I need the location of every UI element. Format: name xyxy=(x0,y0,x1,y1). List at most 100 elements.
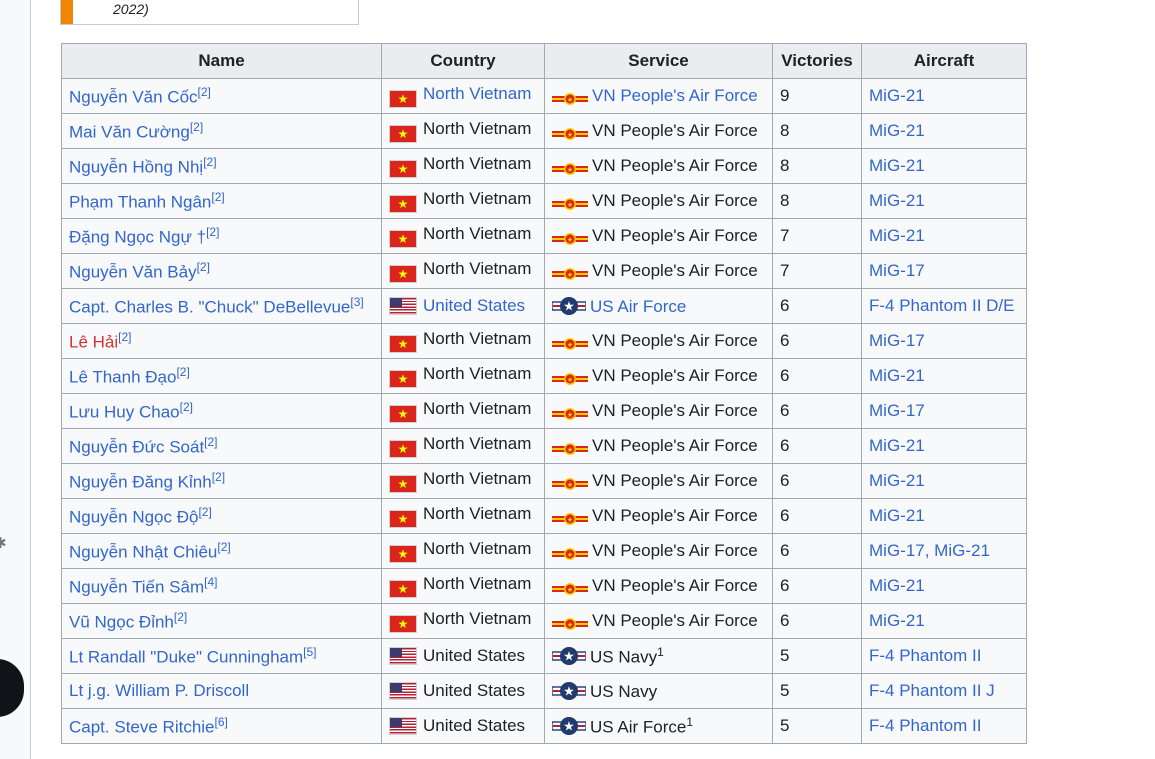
aircraft-link[interactable]: MiG-21 xyxy=(869,436,925,455)
pilot-name-link[interactable]: Nguyễn Ngọc Độ xyxy=(69,507,198,526)
reference-link[interactable]: [2] xyxy=(174,610,187,624)
pilot-name-link[interactable]: Lt Randall "Duke" Cunningham xyxy=(69,647,303,666)
pilot-name-link[interactable]: Lt j.g. William P. Driscoll xyxy=(69,681,249,700)
victories-cell: 7 xyxy=(772,218,862,254)
header-service[interactable]: Service xyxy=(544,43,773,79)
service-cell: ★ VN People's Air Force xyxy=(544,218,773,254)
usaf-roundel-icon: ★ xyxy=(552,682,586,700)
pilot-name-link[interactable]: Lê Thanh Đạo xyxy=(69,367,176,386)
reference-link[interactable]: [5] xyxy=(303,645,316,659)
us-flag-icon xyxy=(389,297,417,315)
aircraft-link[interactable]: MiG-21 xyxy=(869,471,925,490)
service-name: VN People's Air Force xyxy=(592,261,758,280)
service-cell: ★ VN People's Air Force xyxy=(544,428,773,464)
pilot-name-link[interactable]: Capt. Steve Ritchie xyxy=(69,717,215,736)
aircraft-link[interactable]: MiG-21 xyxy=(869,156,925,175)
reference-link[interactable]: [2] xyxy=(211,190,224,204)
country-cell: ★ North Vietnam xyxy=(381,148,545,184)
service-name: VN People's Air Force xyxy=(592,611,758,630)
pilot-name-link[interactable]: Đặng Ngọc Ngự † xyxy=(69,227,206,246)
reference-link[interactable]: [2] xyxy=(203,155,216,169)
reference-link[interactable]: [2] xyxy=(118,330,131,344)
pilot-name-link[interactable]: Lê Hải xyxy=(69,332,118,351)
country-cell: ★ North Vietnam xyxy=(381,183,545,219)
reference-link[interactable]: [2] xyxy=(190,120,203,134)
service-footnote[interactable]: 1 xyxy=(686,715,693,729)
pilot-name-link[interactable]: Nguyễn Văn Bảy xyxy=(69,262,197,281)
victories-cell: 5 xyxy=(772,638,862,674)
country-name: North Vietnam xyxy=(423,574,532,593)
reference-link[interactable]: [2] xyxy=(212,470,225,484)
pilot-name-link[interactable]: Nguyễn Nhật Chiêu xyxy=(69,542,217,561)
pilot-name-link[interactable]: Nguyễn Tiến Sâm xyxy=(69,577,204,596)
reference-link[interactable]: [2] xyxy=(206,225,219,239)
aircraft-link[interactable]: F-4 Phantom II xyxy=(869,646,981,665)
victories-count: 7 xyxy=(780,226,790,245)
header-country[interactable]: Country xyxy=(381,43,545,79)
pilot-name-link[interactable]: Nguyễn Văn Cốc xyxy=(69,87,198,106)
vpaf-roundel-icon: ★ xyxy=(552,408,588,420)
service-cell: ★ VN People's Air Force xyxy=(544,358,773,394)
service-footnote[interactable]: 1 xyxy=(657,645,664,659)
aircraft-link[interactable]: MiG-21 xyxy=(869,611,925,630)
name-cell: Mai Văn Cường[2] xyxy=(61,113,382,149)
table-row: Nguyễn Đức Soát[2] ★ North Vietnam ★ VN Peop… xyxy=(61,428,1027,464)
pilot-name-link[interactable]: Capt. Charles B. "Chuck" DeBellevue xyxy=(69,297,350,316)
reference-link[interactable]: [2] xyxy=(204,435,217,449)
aircraft-link[interactable]: MiG-21 xyxy=(869,366,925,385)
aircraft-link[interactable]: MiG-21 xyxy=(869,86,925,105)
reference-link[interactable]: [4] xyxy=(204,575,217,589)
reference-link[interactable]: [2] xyxy=(217,540,230,554)
service-name: VN People's Air Force xyxy=(592,366,758,385)
pilot-name-link[interactable]: Vũ Ngọc Đỉnh xyxy=(69,612,174,631)
victories-cell: 5 xyxy=(772,708,862,744)
service-name[interactable]: US Air Force xyxy=(590,297,686,316)
aircraft-link[interactable]: MiG-17, MiG-21 xyxy=(869,541,990,560)
aircraft-link[interactable]: MiG-17 xyxy=(869,401,925,420)
aircraft-link[interactable]: F-4 Phantom II D/E xyxy=(869,296,1015,315)
aircraft-cell: F-4 Phantom II J xyxy=(861,673,1027,709)
reference-link[interactable]: [2] xyxy=(176,365,189,379)
svg-text:★: ★ xyxy=(567,516,573,524)
pilot-name-link[interactable]: Mai Văn Cường xyxy=(69,122,190,141)
reference-link[interactable]: [2] xyxy=(198,505,211,519)
aircraft-link[interactable]: MiG-21 xyxy=(869,191,925,210)
svg-text:★: ★ xyxy=(567,621,573,629)
reference-link[interactable]: [2] xyxy=(180,400,193,414)
reference-link[interactable]: [3] xyxy=(350,295,363,309)
vietnam-flag-icon: ★ xyxy=(389,335,417,353)
svg-text:★: ★ xyxy=(567,376,573,384)
aircraft-link[interactable]: MiG-21 xyxy=(869,226,925,245)
pilot-name-link[interactable]: Nguyễn Đăng Kỉnh xyxy=(69,472,212,491)
country-name: United States xyxy=(423,646,526,665)
table-row: Nguyễn Hồng Nhị[2] ★ North Vietnam ★ VN Peop… xyxy=(61,148,1027,184)
aircraft-link[interactable]: MiG-17 xyxy=(869,331,925,350)
reference-link[interactable]: [2] xyxy=(198,85,211,99)
country-cell: ★ North Vietnam xyxy=(381,218,545,254)
vietnam-flag-icon: ★ xyxy=(389,370,417,388)
reference-link[interactable]: [6] xyxy=(215,715,228,729)
header-victories[interactable]: Victories xyxy=(772,43,862,79)
aircraft-cell: MiG-21 xyxy=(861,113,1027,149)
header-name[interactable]: Name xyxy=(61,43,382,79)
service-name[interactable]: VN People's Air Force xyxy=(592,86,758,105)
aircraft-link[interactable]: F-4 Phantom II J xyxy=(869,681,995,700)
aircraft-link[interactable]: F-4 Phantom II xyxy=(869,716,981,735)
country-name: North Vietnam xyxy=(423,434,532,453)
pilot-name-link[interactable]: Nguyễn Đức Soát xyxy=(69,437,204,456)
name-cell: Lê Hải[2] xyxy=(61,323,382,359)
aircraft-link[interactable]: MiG-21 xyxy=(869,576,925,595)
aircraft-link[interactable]: MiG-21 xyxy=(869,506,925,525)
country-name: North Vietnam xyxy=(423,539,532,558)
country-name[interactable]: United States xyxy=(423,296,525,315)
service-name: VN People's Air Force xyxy=(592,226,758,245)
reference-link[interactable]: [2] xyxy=(197,260,210,274)
pilot-name-link[interactable]: Phạm Thanh Ngân xyxy=(69,192,211,211)
country-name[interactable]: North Vietnam xyxy=(423,84,531,103)
header-aircraft[interactable]: Aircraft xyxy=(861,43,1027,79)
aircraft-link[interactable]: MiG-21 xyxy=(869,121,925,140)
pilot-name-link[interactable]: Lưu Huy Chao xyxy=(69,402,180,421)
pilot-name-link[interactable]: Nguyễn Hồng Nhị xyxy=(69,157,203,176)
aircraft-link[interactable]: MiG-17 xyxy=(869,261,925,280)
gear-icon[interactable]: ✱ xyxy=(0,534,7,552)
